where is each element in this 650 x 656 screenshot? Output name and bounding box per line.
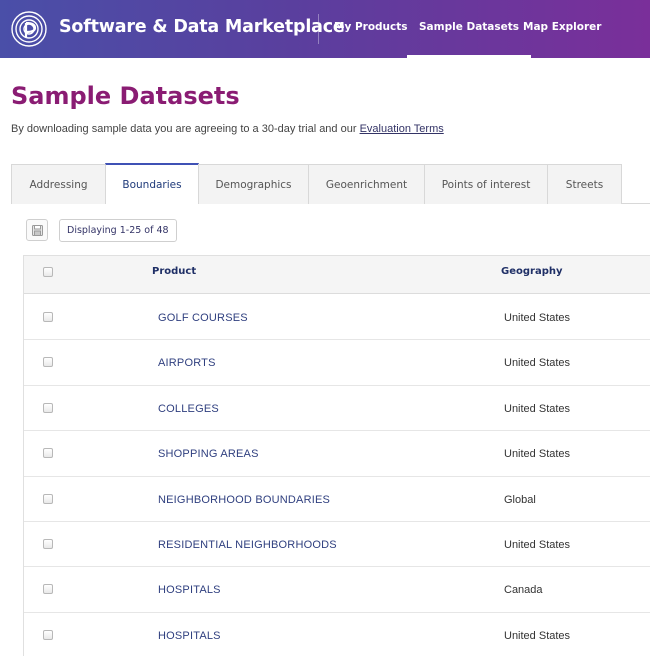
row-checkbox[interactable] [43, 539, 53, 549]
table-header: Product Geography [24, 256, 650, 294]
tab-boundaries[interactable]: Boundaries [105, 163, 199, 204]
product-name-link[interactable]: COLLEGES [158, 403, 219, 415]
tab-addressing[interactable]: Addressing [11, 164, 106, 204]
row-checkbox[interactable] [43, 493, 53, 504]
category-tabs: Addressing Boundaries Demographics Geoen… [11, 163, 650, 204]
table-row: COLLEGES United States [24, 386, 650, 432]
geography-cell: Canada [504, 584, 543, 597]
product-name-link[interactable]: SHOPPING AREAS [158, 448, 259, 460]
geography-cell: United States [504, 448, 571, 461]
table-row: AIRPORTS United States [24, 340, 650, 386]
geography-cell: United States [504, 539, 571, 551]
product-name-link[interactable]: NEIGHBORHOOD BOUNDARIES [158, 494, 330, 506]
brand-title[interactable]: Software & Data Marketplace [59, 17, 345, 37]
display-count-badge: Displaying 1-25 of 48 [59, 219, 177, 242]
geography-cell: United States [504, 312, 571, 324]
row-checkbox[interactable] [43, 629, 53, 640]
table-row: SHOPPING AREAS United States [24, 431, 650, 477]
geography-cell: United States [504, 402, 571, 415]
product-name-link[interactable]: AIRPORTS [158, 357, 216, 369]
product-name-link[interactable]: RESIDENTIAL NEIGHBORHOODS [158, 539, 337, 551]
tab-points-of-interest[interactable]: Points of interest [424, 164, 548, 204]
nav-my-products[interactable]: My Products [334, 21, 408, 33]
table-row: HOSPITALS Canada [24, 567, 650, 613]
download-button[interactable] [26, 219, 48, 241]
geography-cell: United States [504, 357, 571, 370]
brand-logo-icon[interactable] [11, 11, 47, 47]
evaluation-terms-link[interactable]: Evaluation Terms [360, 123, 444, 135]
nav-sample-datasets[interactable]: Sample Datasets [406, 21, 532, 58]
product-name-link[interactable]: GOLF COURSES [158, 312, 248, 324]
tab-geoenrichment[interactable]: Geoenrichment [308, 164, 425, 204]
row-checkbox[interactable] [43, 448, 53, 459]
table-row: HOSPITALS United States [24, 613, 650, 656]
row-checkbox[interactable] [43, 584, 53, 595]
table-row: RESIDENTIAL NEIGHBORHOODS United States [24, 522, 650, 568]
product-name-link[interactable]: HOSPITALS [158, 630, 221, 642]
column-header-geography[interactable]: Geography [501, 266, 563, 277]
column-header-product[interactable]: Product [152, 266, 196, 277]
page-title: Sample Datasets [11, 82, 240, 110]
geography-cell: Global [504, 493, 536, 506]
row-checkbox[interactable] [43, 357, 53, 368]
intro-text-body: By downloading sample data you are agree… [11, 123, 360, 135]
top-navigation-bar: Software & Data Marketplace My Products … [0, 0, 650, 58]
geography-cell: United States [504, 629, 571, 642]
tab-streets[interactable]: Streets [547, 164, 622, 204]
table-row: NEIGHBORHOOD BOUNDARIES Global [24, 477, 650, 522]
tab-demographics[interactable]: Demographics [198, 164, 309, 204]
row-checkbox[interactable] [43, 402, 53, 413]
table-row: GOLF COURSES United States [24, 295, 650, 341]
intro-text: By downloading sample data you are agree… [11, 123, 444, 135]
product-name-link[interactable]: HOSPITALS [158, 584, 221, 596]
datasets-table: Product Geography GOLF COURSES United Sta… [23, 255, 650, 656]
select-all-checkbox[interactable] [43, 267, 53, 277]
floppy-disk-icon [31, 224, 43, 236]
nav-divider [318, 14, 319, 44]
row-checkbox[interactable] [43, 312, 53, 322]
nav-map-explorer[interactable]: Map Explorer [523, 21, 601, 33]
